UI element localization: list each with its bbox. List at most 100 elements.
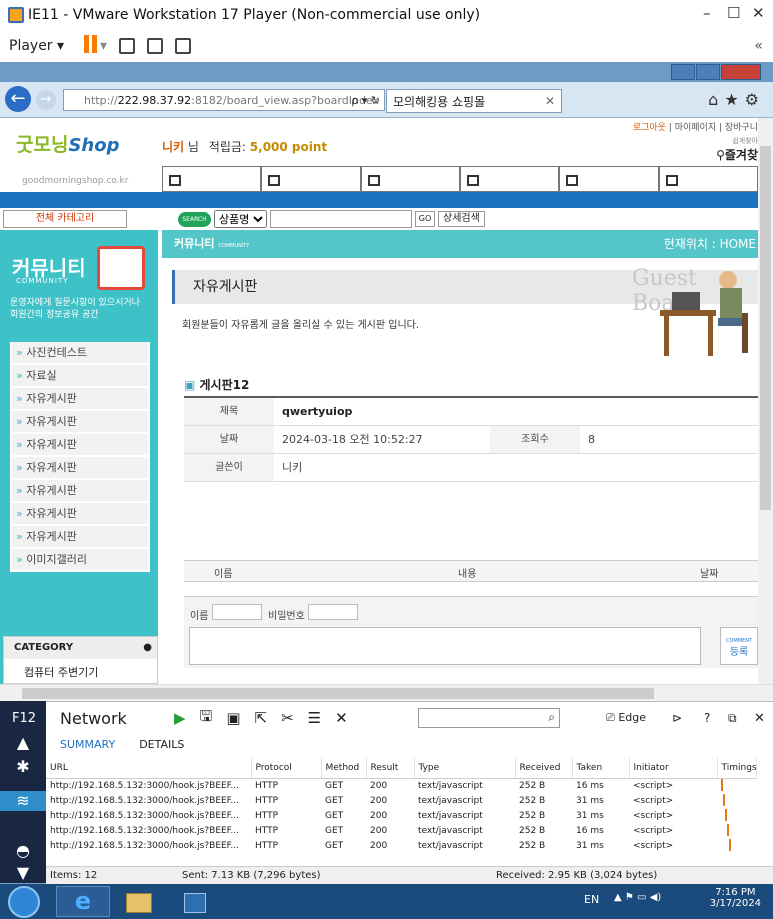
sidebar-item[interactable]: 자유게시판: [12, 388, 148, 409]
explorer-taskbar-icon[interactable]: [112, 886, 166, 917]
menu-image-4[interactable]: [459, 166, 560, 192]
col-received[interactable]: Received: [515, 758, 573, 779]
sidebar-item[interactable]: 사진컨테스트: [12, 342, 148, 363]
help-button[interactable]: ?: [704, 711, 710, 725]
comment-textarea[interactable]: [189, 627, 701, 665]
down-icon[interactable]: ▼: [13, 863, 33, 883]
scroll-thumb[interactable]: [22, 688, 654, 699]
browser-tab[interactable]: 모의해킹용 쇼핑몰 ✕: [386, 89, 562, 113]
media-taskbar-icon[interactable]: [168, 886, 222, 917]
save-icon[interactable]: 🖫: [200, 706, 213, 731]
search-input[interactable]: [270, 210, 412, 228]
page-vertical-scrollbar[interactable]: [758, 118, 773, 684]
start-button[interactable]: [8, 886, 40, 918]
maximize-button[interactable]: ☐: [727, 4, 740, 22]
forward-button[interactable]: →: [36, 90, 56, 110]
language-indicator[interactable]: EN: [584, 893, 599, 906]
table-row[interactable]: http://192.168.5.132:3000/hook.js?BEEF..…: [46, 808, 756, 824]
location-home[interactable]: HOME: [720, 237, 756, 251]
search-go-button[interactable]: GO: [415, 211, 435, 227]
devtools-close-icon[interactable]: ✕: [754, 711, 765, 726]
performance-icon[interactable]: ◓: [13, 841, 33, 861]
sidebar-item[interactable]: 자유게시판: [12, 457, 148, 478]
table-row[interactable]: http://192.168.5.132:3000/hook.js?BEEF..…: [46, 823, 756, 839]
sidebar-item[interactable]: 자료실: [12, 365, 148, 386]
sidebar-item[interactable]: 자유게시판: [12, 411, 148, 432]
col-method[interactable]: Method: [321, 758, 367, 779]
console-icon[interactable]: ⊳: [672, 711, 682, 725]
menu-image-2[interactable]: [261, 166, 361, 192]
ie-taskbar-icon[interactable]: e: [56, 886, 110, 917]
comment-password-input[interactable]: [308, 604, 358, 620]
col-type[interactable]: Type: [414, 758, 516, 779]
player-menu[interactable]: Player ▾: [9, 38, 64, 54]
col-initiator[interactable]: Initiator: [629, 758, 718, 779]
col-protocol[interactable]: Protocol: [251, 758, 322, 779]
tab-summary[interactable]: SUMMARY: [60, 738, 115, 751]
close-button[interactable]: ✕: [752, 4, 765, 22]
pause-icon[interactable]: [84, 35, 100, 57]
menu-image-3[interactable]: [360, 166, 460, 192]
ie-minimize-button[interactable]: [671, 64, 695, 80]
ie-maximize-button[interactable]: [696, 64, 720, 80]
sidebar-item[interactable]: 자유게시판: [12, 480, 148, 501]
play-icon[interactable]: ▶: [174, 709, 186, 727]
fullscreen-icon[interactable]: [147, 38, 164, 54]
network-tool-icon[interactable]: ≋: [0, 791, 46, 811]
col-url[interactable]: URL: [46, 758, 252, 779]
table-row[interactable]: http://192.168.5.132:3000/hook.js?BEEF..…: [46, 778, 756, 794]
filter-icon[interactable]: ☰: [308, 709, 321, 727]
minimize-button[interactable]: –: [703, 4, 711, 22]
clear-cache-icon[interactable]: ▣: [226, 709, 240, 727]
address-bar[interactable]: http://222.98.37.92:8182/board_view.asp?…: [63, 89, 385, 111]
mypage-link[interactable]: 마이페이지: [675, 123, 716, 133]
back-button[interactable]: ←: [5, 86, 31, 112]
advanced-search-button[interactable]: 상세검색: [438, 211, 485, 227]
site-logo[interactable]: 굿모닝Shop goodmorningshop.co.kr: [16, 130, 146, 188]
bookmark-button[interactable]: ⚲즐겨찾: [716, 146, 758, 163]
sidebar-item[interactable]: 자유게시판: [12, 434, 148, 455]
cell-taken: 31 ms: [576, 811, 604, 821]
find-input[interactable]: ⌕: [418, 708, 560, 728]
menu-image-6[interactable]: [658, 166, 758, 192]
cart-link[interactable]: 장바구니: [725, 123, 758, 133]
address-controls[interactable]: ⍴ ▾ ↻: [351, 94, 380, 107]
chevron-down-icon[interactable]: ▾: [100, 38, 107, 54]
ie-close-button[interactable]: [721, 64, 761, 80]
sidebar-item[interactable]: 자유게시판: [12, 526, 148, 547]
tab-close-icon[interactable]: ✕: [545, 94, 555, 108]
ie-toolbar-icons[interactable]: ⌂★⚙: [708, 90, 765, 109]
export-icon[interactable]: ⇱: [255, 709, 268, 727]
col-result[interactable]: Result: [366, 758, 415, 779]
unity-icon[interactable]: [175, 38, 192, 54]
sidebar-item[interactable]: 이미지갤러리: [12, 549, 148, 570]
sidebar-item[interactable]: 자유게시판: [12, 503, 148, 524]
tab-details[interactable]: DETAILS: [139, 738, 184, 751]
emulation-select[interactable]: ⎚ Edge: [606, 711, 646, 725]
scroll-thumb[interactable]: [760, 146, 771, 510]
logout-link[interactable]: 로그아웃: [633, 123, 666, 133]
category-item[interactable]: 컴퓨터 주변기기: [4, 659, 157, 680]
menu-image-5[interactable]: [559, 166, 659, 192]
network-icon[interactable]: [119, 38, 136, 54]
up-icon[interactable]: ▲: [13, 733, 33, 753]
comment-name-input[interactable]: [212, 604, 262, 620]
page-horizontal-scrollbar[interactable]: [0, 684, 773, 701]
clear-icon[interactable]: ✕: [335, 709, 348, 727]
menu-image-1[interactable]: [162, 166, 262, 192]
col-taken[interactable]: Taken: [572, 758, 630, 779]
table-row[interactable]: http://192.168.5.132:3000/hook.js?BEEF..…: [46, 793, 756, 809]
current-location: 현재위치 : HOME: [664, 230, 756, 258]
table-row[interactable]: http://192.168.5.132:3000/hook.js?BEEF..…: [46, 838, 756, 854]
undock-icon[interactable]: ⧉: [728, 711, 737, 726]
clock[interactable]: 7:16 PM 3/17/2024: [710, 887, 761, 909]
all-category-button[interactable]: 전체 카테고리: [3, 210, 127, 228]
search-type-select[interactable]: 상품명: [214, 210, 267, 228]
col-timings[interactable]: Timings: [717, 758, 757, 779]
tray-icons[interactable]: ▲ ⚑ ▭ ◀): [614, 892, 661, 903]
debugger-icon[interactable]: ✱: [13, 757, 33, 777]
category-header[interactable]: CATEGORY: [4, 637, 157, 659]
comment-submit-button[interactable]: COMMENT 등록: [720, 627, 758, 665]
collapse-icon[interactable]: «: [754, 38, 763, 54]
clear-cookies-icon[interactable]: ✂: [281, 709, 294, 727]
